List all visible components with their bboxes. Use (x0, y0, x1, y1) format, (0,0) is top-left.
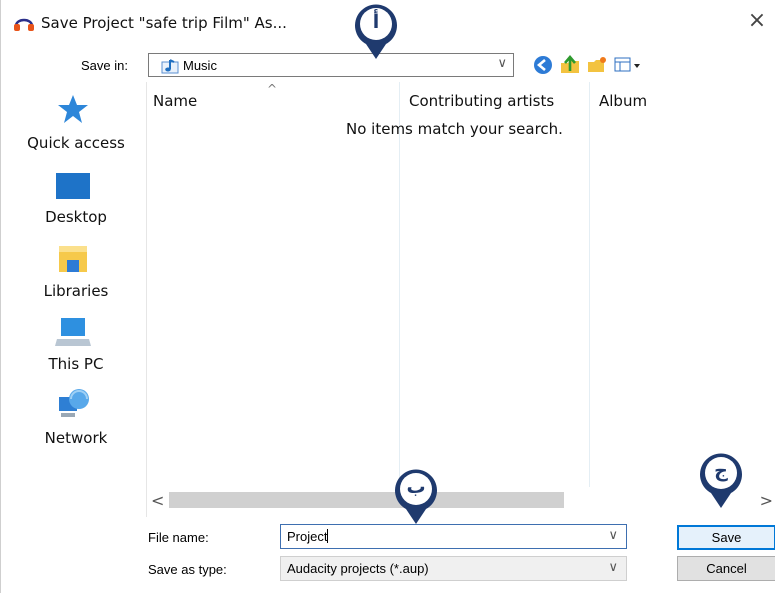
scroll-right-icon[interactable]: > (760, 491, 773, 510)
file-name-value: Project (287, 529, 329, 544)
libraries-icon (59, 246, 87, 272)
save-in-label: Save in: (81, 58, 128, 73)
callout-pin-c: ج (697, 451, 745, 509)
chevron-down-icon: ∨ (497, 56, 507, 71)
column-header-name[interactable]: Name (153, 92, 197, 110)
network-icon (59, 389, 89, 417)
desktop-icon (56, 173, 90, 199)
place-label: Quick access (27, 134, 125, 152)
column-divider (399, 82, 400, 487)
window-title: Save Project "safe trip Film" As... (41, 14, 287, 32)
places-bar: Quick access Desktop Libraries This PC N… (1, 82, 146, 517)
save-project-dialog: Save Project "safe trip Film" As... × Sa… (0, 0, 775, 593)
cancel-button[interactable]: Cancel (677, 556, 775, 581)
file-name-input[interactable]: Project ∨ (280, 524, 627, 549)
callout-pin-b: ب (392, 467, 440, 525)
callout-letter: أ (372, 11, 380, 33)
chevron-down-icon: ∨ (608, 560, 618, 575)
place-network[interactable]: Network (1, 387, 146, 447)
back-icon[interactable] (532, 54, 554, 76)
place-label: Desktop (45, 208, 107, 226)
scrollbar-thumb[interactable] (169, 492, 564, 508)
close-icon[interactable]: × (746, 10, 768, 32)
save-as-type-select[interactable]: Audacity projects (*.aup) ∨ (280, 556, 627, 581)
place-label: Network (44, 429, 108, 447)
save-in-dropdown[interactable]: Music ∨ (148, 53, 514, 77)
place-desktop[interactable]: Desktop (1, 170, 146, 230)
headphones-icon (14, 18, 34, 31)
file-name-label: File name: (148, 530, 209, 545)
new-folder-icon[interactable] (586, 54, 608, 76)
callout-letter: ج (714, 460, 728, 482)
save-button[interactable]: Save (677, 525, 775, 550)
up-folder-icon[interactable] (559, 54, 581, 76)
place-label: Libraries (43, 282, 109, 300)
column-divider (589, 82, 590, 487)
callout-letter: ب (406, 476, 426, 498)
view-menu-icon[interactable] (613, 54, 643, 76)
place-this-pc[interactable]: This PC (1, 315, 146, 375)
place-libraries[interactable]: Libraries (1, 242, 146, 302)
save-as-type-label: Save as type: (148, 562, 227, 577)
callout-pin-a: أ (352, 2, 400, 60)
sort-indicator-icon: ^ (267, 82, 278, 96)
save-in-value: Music (183, 58, 217, 73)
computer-icon (55, 318, 91, 346)
file-list[interactable]: ^ Name Contributing artists Album No ite… (146, 82, 775, 517)
column-header-album[interactable]: Album (599, 92, 647, 110)
scroll-left-icon[interactable]: < (151, 491, 164, 510)
column-header-contributing-artists[interactable]: Contributing artists (409, 92, 554, 110)
save-as-type-value: Audacity projects (*.aup) (287, 561, 429, 576)
empty-message: No items match your search. (346, 120, 563, 138)
place-label: This PC (48, 355, 104, 373)
music-folder-icon (161, 59, 179, 74)
star-pin-icon (58, 95, 88, 123)
place-quick-access[interactable]: Quick access (1, 92, 146, 152)
chevron-down-icon[interactable]: ∨ (608, 528, 618, 543)
horizontal-scrollbar[interactable]: < > (147, 489, 775, 511)
